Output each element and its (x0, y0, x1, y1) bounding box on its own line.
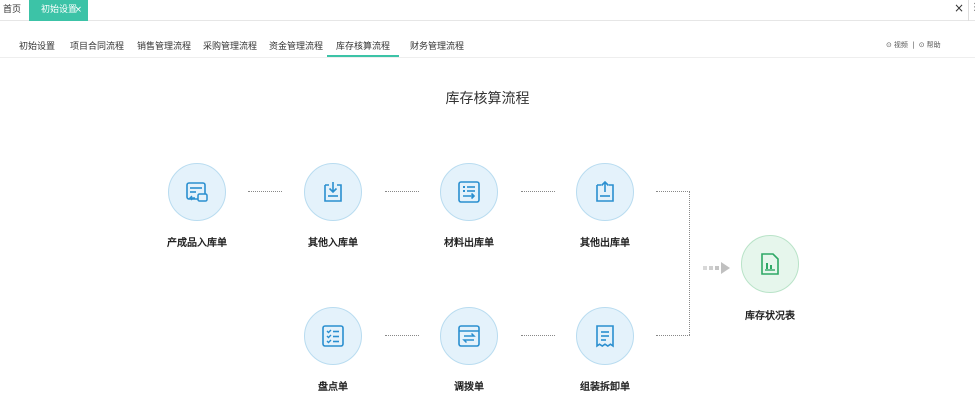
tab-label: 初始设置 (41, 5, 78, 15)
arrow-right-icon (703, 262, 730, 274)
assembly-node[interactable] (576, 307, 634, 365)
tab-funds[interactable]: 资金管理流程 (269, 39, 323, 52)
help-links: ⊙ 视频 | ⊙ 帮助 (886, 40, 943, 50)
transfer-icon (458, 325, 480, 347)
connector (385, 335, 419, 336)
connector (248, 191, 282, 192)
top-tab-bar: 首页 初始设置 × × ⋮ (0, 0, 975, 21)
receipt-icon (596, 325, 614, 348)
active-tab-indicator (327, 55, 399, 57)
tab-initial-settings[interactable]: 初始设置 (19, 39, 55, 52)
connector (521, 191, 555, 192)
connector (656, 191, 690, 192)
stock-status-label: 库存状况表 (745, 311, 795, 322)
close-icon[interactable]: × (954, 1, 964, 15)
help-icon: ⊙ (918, 41, 925, 49)
outbound-box-icon (596, 180, 614, 202)
close-icon[interactable]: × (74, 0, 82, 20)
stock-check-node[interactable] (304, 307, 362, 365)
product-in-node[interactable] (168, 163, 226, 221)
report-chart-icon (761, 253, 779, 275)
checklist-icon (322, 325, 344, 347)
divider (968, 0, 969, 21)
tab-home[interactable]: 首页 (0, 0, 24, 21)
tab-sales[interactable]: 销售管理流程 (137, 39, 191, 52)
other-in-label: 其他入库单 (308, 238, 358, 249)
material-out-label: 材料出库单 (444, 238, 494, 249)
transfer-node[interactable] (440, 307, 498, 365)
material-out-node[interactable] (440, 163, 498, 221)
more-icon[interactable]: ⋮ (970, 2, 975, 13)
inbound-form-icon (186, 182, 208, 202)
process-nav: 初始设置 项目合同流程 销售管理流程 采购管理流程 资金管理流程 库存核算流程 … (0, 28, 975, 58)
other-in-node[interactable] (304, 163, 362, 221)
play-icon: ⊙ (886, 41, 892, 49)
separator: | (912, 41, 915, 49)
video-link[interactable]: 视频 (894, 41, 908, 49)
connector (689, 191, 690, 335)
other-out-node[interactable] (576, 163, 634, 221)
list-export-icon (458, 181, 480, 203)
transfer-label: 调拨单 (454, 382, 484, 393)
help-link[interactable]: 帮助 (927, 41, 941, 49)
page-title: 库存核算流程 (445, 91, 530, 107)
tab-project-contract[interactable]: 项目合同流程 (70, 39, 124, 52)
stock-status-node[interactable] (741, 235, 799, 293)
tab-inventory[interactable]: 库存核算流程 (336, 39, 390, 52)
tab-finance[interactable]: 财务管理流程 (410, 39, 464, 52)
connector (656, 335, 690, 336)
tab-initial-settings[interactable]: 初始设置 × (29, 0, 88, 21)
connector (385, 191, 419, 192)
connector (521, 335, 555, 336)
stock-check-label: 盘点单 (318, 382, 348, 393)
other-out-label: 其他出库单 (580, 238, 630, 249)
product-in-label: 产成品入库单 (167, 238, 227, 249)
inbound-box-icon (324, 182, 342, 202)
tab-purchase[interactable]: 采购管理流程 (203, 39, 257, 52)
assembly-label: 组装拆卸单 (580, 382, 630, 393)
